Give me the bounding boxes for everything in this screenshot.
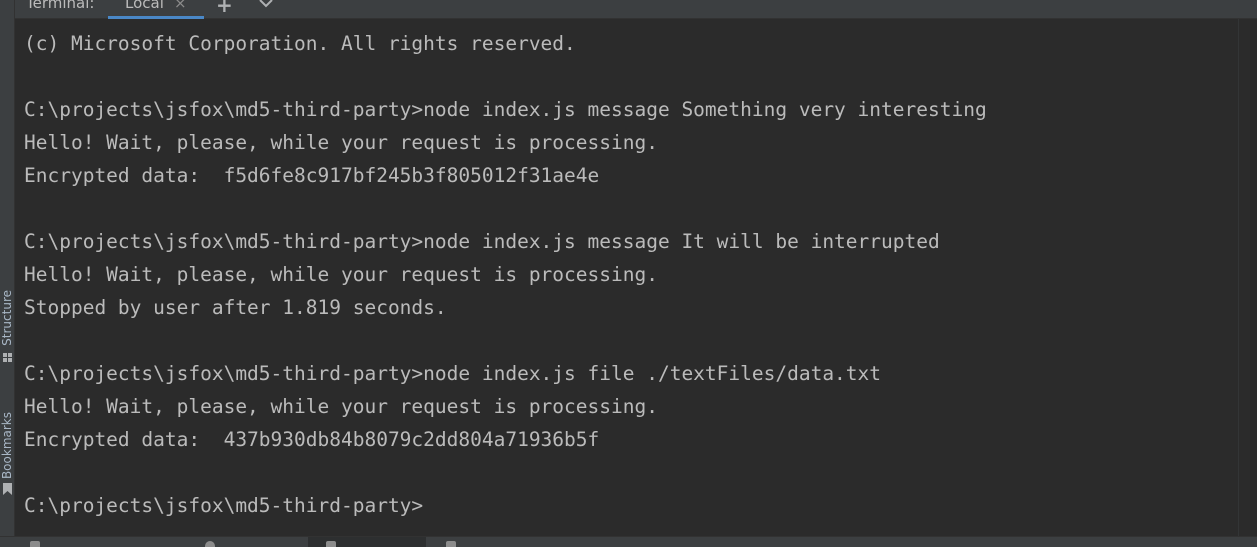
bookmarks-tool-button[interactable]: Bookmarks — [0, 412, 15, 496]
terminal-line: C:\projects\jsfox\md5-third-party>node i… — [24, 362, 882, 385]
scrollbar-track[interactable] — [1238, 19, 1239, 536]
terminal-lines: (c) Microsoft Corporation. All rights re… — [24, 27, 987, 522]
add-tab-icon[interactable]: + — [216, 0, 233, 17]
tab-local[interactable]: Local × — [108, 0, 204, 19]
ide-terminal-window: Terminal: Local × + Structure Bookmarks … — [0, 0, 1257, 547]
bottom-tool-strip — [0, 536, 1257, 547]
bookmarks-label: Bookmarks — [0, 412, 14, 480]
terminal-line: Stopped by user after 1.819 seconds. — [24, 296, 447, 319]
terminal-line: (c) Microsoft Corporation. All rights re… — [24, 32, 576, 55]
terminal-tool-button[interactable] — [308, 537, 426, 547]
tool-icon — [30, 541, 40, 547]
tool-icon — [205, 541, 215, 547]
terminal-line: C:\projects\jsfox\md5-third-party>node i… — [24, 230, 940, 253]
bottom-tool-button[interactable] — [195, 537, 225, 547]
terminal-line: Encrypted data: f5d6fe8c917bf245b3f80501… — [24, 164, 600, 187]
bottom-tool-button[interactable] — [20, 537, 50, 547]
tool-icon — [446, 541, 456, 547]
structure-icon — [2, 349, 12, 362]
left-tool-stripe: Structure Bookmarks — [0, 0, 15, 547]
structure-label: Structure — [0, 290, 14, 346]
terminal-line: C:\projects\jsfox\md5-third-party>node i… — [24, 98, 987, 121]
chevron-down-icon[interactable] — [258, 0, 274, 9]
terminal-line: Encrypted data: 437b930db84b8079c2dd804a… — [24, 428, 600, 451]
tab-label: Local — [125, 0, 164, 12]
terminal-line: Hello! Wait, please, while your request … — [24, 263, 658, 286]
close-icon[interactable]: × — [174, 0, 187, 12]
terminal-icon — [326, 541, 336, 547]
bookmark-icon — [2, 482, 12, 496]
toolwindow-title: Terminal: — [26, 0, 95, 12]
structure-tool-button[interactable]: Structure — [0, 290, 15, 362]
terminal-output[interactable]: (c) Microsoft Corporation. All rights re… — [15, 19, 1257, 536]
bottom-tool-button[interactable] — [436, 537, 466, 547]
terminal-line: Hello! Wait, please, while your request … — [24, 131, 658, 154]
terminal-line: Hello! Wait, please, while your request … — [24, 395, 658, 418]
terminal-tab-bar: Terminal: Local × + — [0, 0, 1257, 19]
terminal-prompt[interactable]: C:\projects\jsfox\md5-third-party> — [24, 489, 987, 522]
